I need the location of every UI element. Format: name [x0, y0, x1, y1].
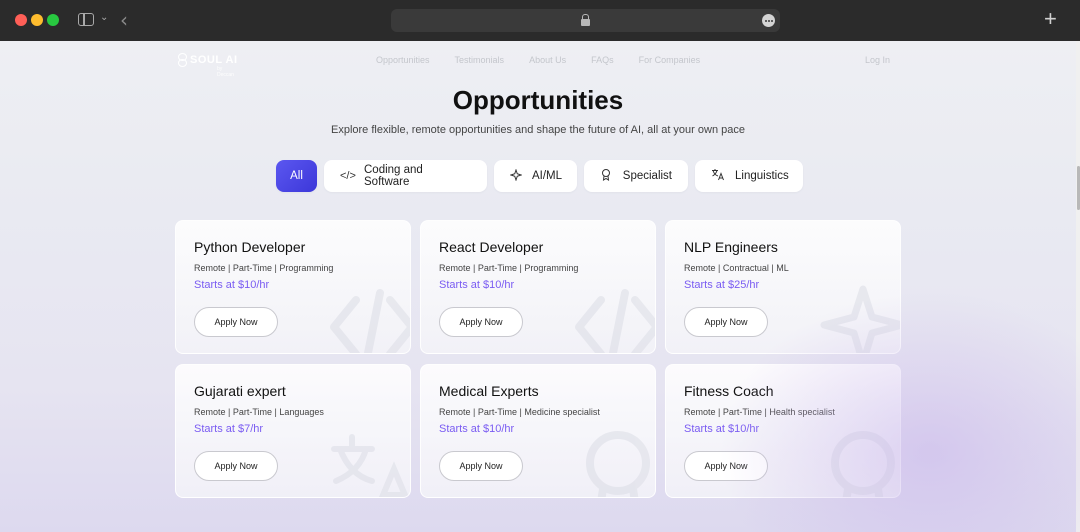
- badge-icon: [600, 168, 613, 184]
- card-title: Fitness Coach: [684, 383, 774, 399]
- opportunity-card: Gujarati expert Remote | Part-Time | Lan…: [175, 364, 411, 498]
- address-bar[interactable]: [391, 9, 780, 32]
- new-tab-icon[interactable]: +: [1044, 6, 1057, 32]
- translate-icon: [711, 168, 725, 184]
- filter-label: All: [290, 170, 303, 182]
- card-tags: Remote | Part-Time | Health specialist: [684, 407, 835, 417]
- back-arrow-icon[interactable]: ‹: [120, 8, 128, 32]
- sidebar-toggle-icon[interactable]: [78, 13, 94, 26]
- code-icon: </>: [340, 170, 356, 182]
- scrollbar-track[interactable]: [1076, 41, 1080, 532]
- opportunity-card: Python Developer Remote | Part-Time | Pr…: [175, 220, 411, 354]
- maximize-window-button[interactable]: [47, 14, 59, 26]
- nav-link-testimonials[interactable]: Testimonials: [455, 55, 505, 65]
- filter-ai-ml[interactable]: AI/ML: [494, 160, 577, 192]
- page: SOUL AI by Deccan Opportunities Testimon…: [0, 41, 1080, 532]
- card-tags: Remote | Part-Time | Programming: [194, 263, 334, 273]
- filter-bar: All </> Coding and Software AI/ML Specia…: [276, 160, 803, 192]
- code-icon: [575, 289, 655, 353]
- filter-label: Linguistics: [735, 170, 789, 182]
- logo[interactable]: SOUL AI by Deccan: [177, 53, 238, 78]
- nav-link-opportunities[interactable]: Opportunities: [376, 55, 430, 65]
- filter-all[interactable]: All: [276, 160, 317, 192]
- nav-link-for-companies[interactable]: For Companies: [639, 55, 701, 65]
- card-title: Python Developer: [194, 239, 306, 255]
- card-title: Gujarati expert: [194, 383, 286, 399]
- lock-icon: [581, 14, 590, 26]
- code-icon: [330, 289, 410, 353]
- card-tags: Remote | Part-Time | Languages: [194, 407, 324, 417]
- sparkle-icon: [509, 167, 523, 184]
- apply-now-button[interactable]: Apply Now: [439, 451, 523, 481]
- more-options-icon[interactable]: [762, 14, 775, 27]
- apply-now-button[interactable]: Apply Now: [684, 451, 768, 481]
- minimize-window-button[interactable]: [31, 14, 43, 26]
- filter-label: Specialist: [622, 170, 672, 182]
- nav-link-about-us[interactable]: About Us: [529, 55, 566, 65]
- close-window-button[interactable]: [15, 14, 27, 26]
- badge-icon: [586, 431, 650, 497]
- card-title: Medical Experts: [439, 383, 539, 399]
- logo-icon: [177, 53, 187, 67]
- filter-specialist[interactable]: Specialist: [584, 160, 688, 192]
- opportunity-card: React Developer Remote | Part-Time | Pro…: [420, 220, 656, 354]
- main-nav: Opportunities Testimonials About Us FAQs…: [376, 55, 700, 65]
- sparkle-icon: [820, 285, 900, 353]
- filter-label: Coding and Software: [364, 164, 423, 188]
- opportunity-grid: Python Developer Remote | Part-Time | Pr…: [175, 220, 901, 498]
- apply-now-button[interactable]: Apply Now: [194, 307, 278, 337]
- opportunity-card: Fitness Coach Remote | Part-Time | Healt…: [665, 364, 901, 498]
- card-tags: Remote | Part-Time | Programming: [439, 263, 579, 273]
- badge-icon: [831, 431, 895, 497]
- browser-toolbar: ⌄ ‹ +: [0, 0, 1080, 41]
- filter-coding-and-software[interactable]: </> Coding and Software: [324, 160, 487, 192]
- filter-label: AI/ML: [532, 170, 563, 182]
- apply-now-button[interactable]: Apply Now: [194, 451, 278, 481]
- nav-link-faqs[interactable]: FAQs: [591, 55, 614, 65]
- filter-linguistics[interactable]: Linguistics: [695, 160, 803, 192]
- opportunity-card: Medical Experts Remote | Part-Time | Med…: [420, 364, 656, 498]
- logo-text: SOUL AI: [190, 54, 238, 66]
- card-tags: Remote | Contractual | ML: [684, 263, 789, 273]
- card-title: NLP Engineers: [684, 239, 778, 255]
- translate-icon: [331, 434, 410, 497]
- card-price: Starts at $10/hr: [684, 423, 760, 435]
- opportunity-card: NLP Engineers Remote | Contractual | ML …: [665, 220, 901, 354]
- login-link[interactable]: Log In: [865, 55, 890, 65]
- page-title: Opportunities: [452, 85, 624, 115]
- chevron-down-icon[interactable]: ⌄: [100, 12, 108, 23]
- card-title: React Developer: [439, 239, 544, 255]
- card-tags: Remote | Part-Time | Medicine specialist: [439, 407, 600, 417]
- apply-now-button[interactable]: Apply Now: [684, 307, 768, 337]
- page-subtitle: Explore flexible, remote opportunities a…: [331, 124, 745, 136]
- logo-subtext: by Deccan: [217, 66, 234, 78]
- apply-now-button[interactable]: Apply Now: [439, 307, 523, 337]
